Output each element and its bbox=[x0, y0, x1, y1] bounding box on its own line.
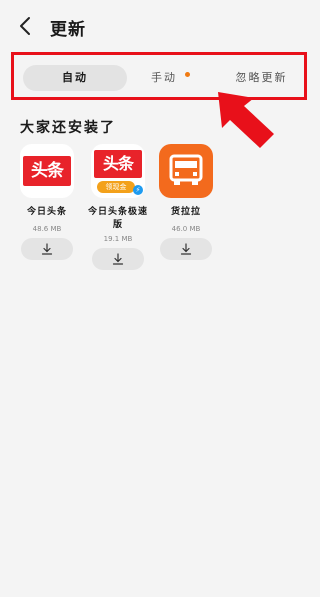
toutiao-logo-text: 头条 bbox=[23, 156, 71, 186]
app-card: 头条 今日头条 48.6 MB bbox=[13, 144, 81, 260]
toutiao-app-icon[interactable]: 头条 bbox=[20, 144, 74, 198]
app-card: 货拉拉 46.0 MB bbox=[152, 144, 220, 260]
app-name: 今日头条 bbox=[26, 207, 67, 217]
tab-manual-label: 手动 bbox=[151, 71, 177, 84]
page-title: 更新 bbox=[50, 20, 86, 40]
toutiao-lite-logo-text: 头条 bbox=[94, 150, 142, 178]
truck-icon bbox=[169, 154, 203, 185]
app-name: 货拉拉 bbox=[170, 207, 201, 217]
app-card: 头条 领现金 ⚡ 今日头条极速版 19.1 MB bbox=[84, 144, 152, 270]
toutiao-lite-app-icon[interactable]: 头条 领现金 ⚡ bbox=[91, 144, 145, 198]
download-icon bbox=[180, 243, 192, 255]
app-size: 46.0 MB bbox=[171, 225, 201, 233]
tab-auto[interactable]: 自动 bbox=[23, 65, 127, 91]
download-button[interactable] bbox=[92, 248, 144, 270]
red-arrow-annotation bbox=[218, 92, 274, 148]
app-name: 今日头条极速版 bbox=[87, 207, 148, 230]
notification-dot bbox=[185, 72, 190, 77]
download-icon bbox=[41, 243, 53, 255]
cash-badge: 领现金 bbox=[97, 181, 135, 193]
section-title: 大家还安装了 bbox=[20, 120, 116, 136]
lightning-icon: ⚡ bbox=[133, 185, 143, 195]
back-button[interactable] bbox=[14, 14, 36, 38]
download-button[interactable] bbox=[21, 238, 73, 260]
download-button[interactable] bbox=[160, 238, 212, 260]
huolala-truck-icon[interactable] bbox=[159, 144, 213, 198]
header: 更新 bbox=[0, 0, 320, 52]
tab-manual[interactable]: 手动 bbox=[134, 65, 194, 91]
chevron-left-icon bbox=[20, 17, 30, 35]
download-icon bbox=[112, 253, 124, 265]
app-size: 19.1 MB bbox=[103, 235, 133, 243]
app-size: 48.6 MB bbox=[32, 225, 62, 233]
